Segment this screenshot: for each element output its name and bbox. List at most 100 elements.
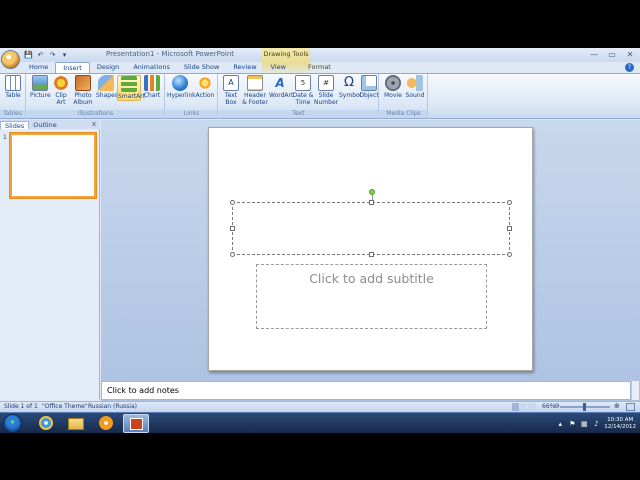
smartart-button[interactable]: SmartArt xyxy=(117,75,145,101)
clip-art-icon xyxy=(53,75,69,91)
start-button[interactable] xyxy=(3,414,22,433)
powerpoint-window: 💾 ↶ ↷ ▾ Presentation1 - Microsoft PowerP… xyxy=(0,48,640,433)
tab-view[interactable]: View xyxy=(264,62,293,73)
theme-status[interactable]: "Office Theme" xyxy=(42,403,88,410)
header-footer-button[interactable]: Header & Footer xyxy=(242,75,268,106)
ribbon: Table Tables Picture Clip Art Photo Albu… xyxy=(0,73,640,119)
office-button[interactable] xyxy=(1,50,20,69)
chart-button[interactable]: Chart xyxy=(142,75,162,99)
subtitle-placeholder-text: Click to add subtitle xyxy=(309,271,434,286)
object-button[interactable]: Object xyxy=(359,75,379,99)
table-label: Table xyxy=(5,92,21,99)
resize-handle-bottom[interactable] xyxy=(369,252,374,257)
omega-icon: Ω xyxy=(344,75,354,90)
photo-album-label: Photo Album xyxy=(73,92,93,106)
zoom-out-icon[interactable]: ⊖ xyxy=(554,402,560,410)
object-label: Object xyxy=(359,92,379,99)
globe-icon xyxy=(172,75,188,91)
tab-insert[interactable]: Insert xyxy=(55,62,90,73)
text-group-label: Text xyxy=(219,110,378,118)
smartart-icon xyxy=(121,76,137,92)
table-button[interactable]: Table xyxy=(3,75,23,99)
resize-handle-top-right[interactable] xyxy=(507,200,512,205)
picture-button[interactable]: Picture xyxy=(30,75,51,99)
taskbar-powerpoint-icon[interactable] xyxy=(123,414,149,433)
tab-outline[interactable]: Outline xyxy=(29,121,61,129)
clip-art-button[interactable]: Clip Art xyxy=(52,75,70,106)
slide-number-icon: # xyxy=(318,75,334,91)
help-icon[interactable]: ? xyxy=(625,63,634,72)
network-icon[interactable]: ▦ xyxy=(580,420,588,428)
tab-review[interactable]: Review xyxy=(226,62,263,73)
illustrations-group-label: Illustrations xyxy=(27,110,164,118)
photo-album-icon xyxy=(75,75,91,91)
film-reel-icon xyxy=(385,75,401,91)
resize-handle-left[interactable] xyxy=(230,226,235,231)
group-links: Hyperlink Action Links xyxy=(166,74,218,119)
date-time-button[interactable]: 5 Date & Time xyxy=(292,75,314,106)
system-tray: ▴ ⚑ ▦ ♪ 10:30 AM 12/14/2012 xyxy=(556,415,636,432)
resize-handle-top[interactable] xyxy=(369,200,374,205)
language-status[interactable]: Russian (Russia) xyxy=(88,403,137,410)
taskbar-explorer-icon[interactable] xyxy=(63,414,89,433)
tab-slides[interactable]: Slides xyxy=(0,121,30,130)
tab-format[interactable]: Format xyxy=(301,62,338,73)
slide-canvas[interactable]: Click to add subtitle xyxy=(208,127,533,371)
action-star-icon xyxy=(197,75,213,91)
volume-icon[interactable]: ♪ xyxy=(592,420,600,428)
title-placeholder[interactable] xyxy=(230,189,512,257)
tray-arrow-icon[interactable]: ▴ xyxy=(556,420,564,428)
symbol-button[interactable]: Ω Symbol xyxy=(339,75,362,99)
text-box-button[interactable]: A Text Box xyxy=(221,75,241,106)
status-bar: Slide 1 of 1 "Office Theme" Russian (Rus… xyxy=(0,401,640,412)
tab-animations[interactable]: Animations xyxy=(126,62,177,73)
slide-thumbnail[interactable] xyxy=(10,133,96,198)
maximize-button[interactable]: ▭ xyxy=(606,49,618,60)
fit-to-window-icon[interactable] xyxy=(626,403,635,411)
flag-icon[interactable]: ⚑ xyxy=(568,420,576,428)
zoom-slider-thumb[interactable] xyxy=(583,403,586,411)
notes-pane[interactable]: Click to add notes xyxy=(101,381,631,400)
pane-tabs: Slides Outline xyxy=(0,120,100,130)
resize-handle-bottom-right[interactable] xyxy=(507,252,512,257)
tab-slide-show[interactable]: Slide Show xyxy=(177,62,226,73)
symbol-label: Symbol xyxy=(339,92,362,99)
hyperlink-button[interactable]: Hyperlink xyxy=(167,75,196,99)
header-footer-icon xyxy=(247,75,263,91)
chart-label: Chart xyxy=(143,92,161,99)
rotation-handle[interactable] xyxy=(369,189,375,195)
vertical-scrollbar[interactable] xyxy=(631,381,639,400)
wordart-label: WordArt xyxy=(269,92,294,99)
group-text: A Text Box Header & Footer A WordArt 5 D… xyxy=(219,74,379,119)
text-box-icon: A xyxy=(223,75,239,91)
tab-home[interactable]: Home xyxy=(22,62,55,73)
taskbar-media-player-icon[interactable] xyxy=(93,414,119,433)
subtitle-placeholder[interactable]: Click to add subtitle xyxy=(256,264,487,329)
resize-handle-right[interactable] xyxy=(507,226,512,231)
resize-handle-top-left[interactable] xyxy=(230,200,235,205)
zoom-in-icon[interactable]: ⊕ xyxy=(614,402,620,410)
media-clips-group-label: Media Clips xyxy=(380,110,427,118)
tables-group-label: Tables xyxy=(0,110,25,118)
shapes-label: Shapes xyxy=(96,92,118,99)
shapes-button[interactable]: Shapes xyxy=(96,75,118,99)
slides-pane: Slides Outline x 1 xyxy=(0,120,100,400)
close-pane-icon[interactable]: x xyxy=(92,120,96,128)
movie-button[interactable]: Movie xyxy=(382,75,404,99)
text-box-label: Text Box xyxy=(224,92,238,106)
resize-handle-bottom-left[interactable] xyxy=(230,252,235,257)
action-button[interactable]: Action xyxy=(194,75,216,99)
tab-design[interactable]: Design xyxy=(90,62,126,73)
view-buttons[interactable] xyxy=(512,403,536,411)
sound-button[interactable]: Sound xyxy=(404,75,426,99)
group-illustrations: Picture Clip Art Photo Album Shapes Smar… xyxy=(27,74,165,119)
wordart-button[interactable]: A WordArt xyxy=(269,75,294,99)
picture-label: Picture xyxy=(30,92,51,99)
minimize-button[interactable]: — xyxy=(588,49,600,60)
photo-album-button[interactable]: Photo Album xyxy=(72,75,94,106)
taskbar-ie-icon[interactable] xyxy=(33,414,59,433)
slide-number-button[interactable]: # Slide Number xyxy=(314,75,338,106)
close-button[interactable]: ✕ xyxy=(624,49,636,60)
sound-label: Sound xyxy=(405,92,425,99)
clock[interactable]: 10:30 AM 12/14/2012 xyxy=(604,417,636,431)
